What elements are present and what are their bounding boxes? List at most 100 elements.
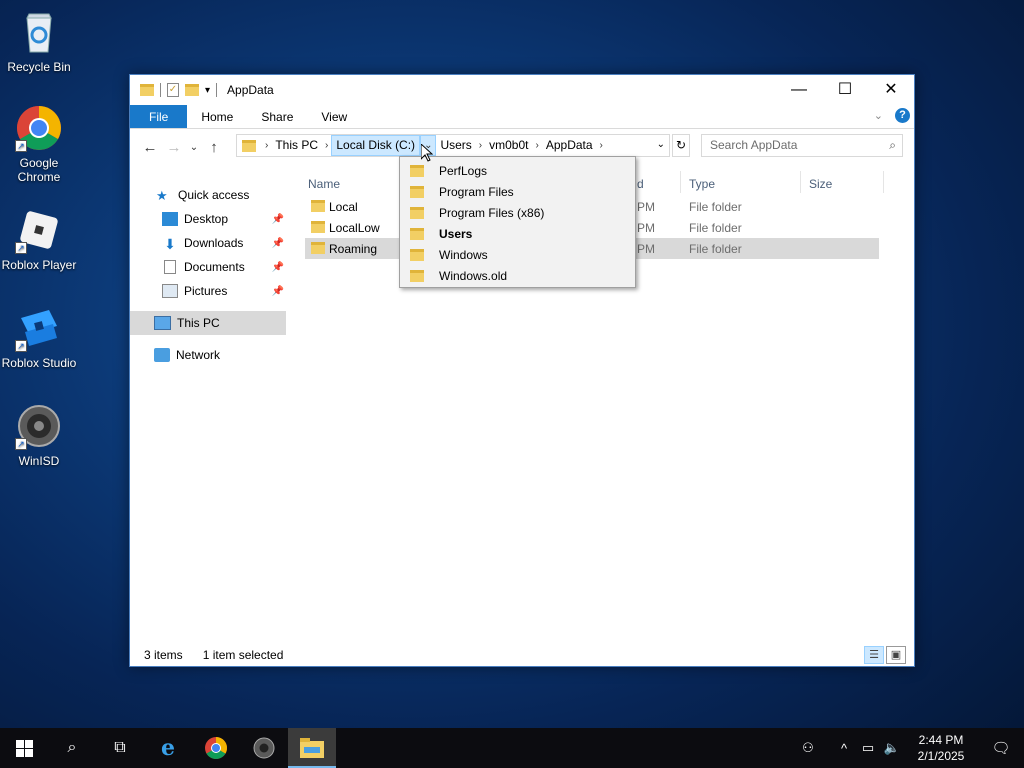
new-folder-icon[interactable] (185, 84, 199, 96)
customize-toolbar-icon[interactable]: ▾ (205, 85, 210, 96)
breadcrumb-separator[interactable]: › (322, 140, 331, 151)
column-divider[interactable] (883, 171, 884, 193)
dropdown-item-perflogs[interactable]: PerfLogs (400, 160, 635, 181)
breadcrumb-separator[interactable]: › (262, 140, 271, 151)
tab-view[interactable]: View (307, 105, 361, 128)
dropdown-label: Program Files (x86) (439, 205, 545, 220)
ribbon-tabs: File Home Share View ⌄ ? (130, 105, 914, 129)
show-hidden-icons-icon[interactable]: ^ (832, 741, 856, 756)
clock[interactable]: 2:44 PM 2/1/2025 (904, 732, 978, 764)
tab-file[interactable]: File (130, 105, 188, 128)
nav-item-quick-access[interactable]: ★ Quick access (130, 183, 290, 207)
column-header-type[interactable]: Type (689, 177, 715, 191)
tab-home[interactable]: Home (187, 105, 247, 128)
desktop-icon-recycle-bin[interactable]: Recycle Bin (0, 8, 78, 74)
pin-icon[interactable]: 📌 (272, 238, 284, 249)
task-view-button[interactable]: ⧉ (96, 728, 144, 768)
desktop-icon-label: WinISD (18, 454, 60, 468)
file-explorer-icon (300, 738, 324, 758)
expand-ribbon-icon[interactable]: ⌄ (874, 109, 883, 122)
clock-date: 2/1/2025 (917, 749, 965, 763)
desktop-icon (162, 212, 178, 226)
desktop-icon-label: Google Chrome (17, 156, 61, 184)
folder-icon (140, 84, 154, 96)
nav-item-downloads[interactable]: ⬇ Downloads 📌 (130, 231, 290, 255)
folder-icon (242, 139, 256, 152)
folder-icon (410, 164, 424, 177)
start-button[interactable] (0, 728, 48, 768)
desktop-icon-roblox-studio[interactable]: ↗ Roblox Studio (0, 304, 78, 370)
dropdown-item-program-files[interactable]: Program Files (400, 181, 635, 202)
taskbar-file-explorer[interactable] (288, 728, 336, 768)
forward-button[interactable]: → (162, 139, 186, 156)
dropdown-item-program-files-x86[interactable]: Program Files (x86) (400, 202, 635, 223)
nav-item-desktop[interactable]: Desktop 📌 (130, 207, 290, 231)
column-header-name[interactable]: Name (308, 177, 340, 191)
breadcrumb-this-pc[interactable]: This PC (271, 135, 322, 156)
tab-share[interactable]: Share (247, 105, 307, 128)
volume-muted-icon[interactable]: 🔈 (880, 740, 904, 756)
nav-item-network[interactable]: Network (130, 343, 290, 367)
dropdown-item-windows-old[interactable]: Windows.old (400, 265, 635, 286)
recent-locations-icon[interactable]: ⌄ (186, 142, 202, 153)
pin-icon[interactable]: 📌 (272, 214, 284, 225)
ribbon-right: ⌄ ? (874, 108, 910, 123)
maximize-button[interactable]: ☐ (822, 75, 868, 105)
people-icon[interactable]: ⚇ (796, 740, 820, 756)
search-button[interactable]: ⌕ (48, 728, 96, 768)
taskbar-internet-explorer[interactable]: e (144, 728, 192, 768)
status-item-count: 3 items (144, 648, 183, 662)
breadcrumb-appdata[interactable]: AppData (542, 135, 597, 156)
minimize-button[interactable]: — (776, 75, 822, 105)
up-button[interactable]: ↑ (202, 139, 226, 156)
nav-item-pictures[interactable]: Pictures 📌 (130, 279, 290, 303)
chrome-icon: ↗ (15, 104, 63, 152)
action-center-icon[interactable]: 🗨 (978, 739, 1024, 757)
column-divider[interactable] (800, 171, 801, 193)
breadcrumb-separator[interactable]: › (476, 140, 485, 151)
pin-icon[interactable]: 📌 (272, 286, 284, 297)
shortcut-arrow-icon: ↗ (15, 438, 27, 450)
close-button[interactable]: ✕ (868, 75, 914, 105)
breadcrumb-vm0b0t[interactable]: vm0b0t (485, 135, 532, 156)
properties-icon[interactable]: ✓ (167, 83, 179, 97)
desktop-icon-label: Roblox Studio (1, 356, 77, 370)
help-icon[interactable]: ? (895, 108, 910, 123)
divider (216, 83, 218, 97)
network-icon[interactable]: ▭ (856, 740, 880, 756)
column-divider[interactable] (680, 171, 681, 193)
file-date: PM (637, 200, 655, 214)
back-button[interactable]: ← (138, 139, 162, 156)
title-bar[interactable]: ✓ ▾ AppData — ☐ ✕ (130, 75, 914, 105)
breadcrumb-separator[interactable]: › (533, 140, 542, 151)
file-name: Local (329, 200, 358, 214)
taskbar-winisd[interactable] (240, 728, 288, 768)
desktop-icon-roblox-player[interactable]: ↗ Roblox Player (0, 206, 78, 272)
nav-item-documents[interactable]: Documents 📌 (130, 255, 290, 279)
folder-icon (410, 227, 424, 240)
status-selection: 1 item selected (202, 648, 284, 662)
chevron-down-icon[interactable]: ⌄ (657, 139, 665, 150)
view-buttons: ☰ ▣ (864, 646, 906, 664)
dropdown-label: Users (439, 226, 473, 241)
pin-icon[interactable]: 📌 (272, 262, 284, 273)
dropdown-item-users[interactable]: Users (400, 223, 635, 244)
status-bar: 3 items 1 item selected (144, 648, 283, 662)
details-view-icon[interactable]: ☰ (864, 646, 884, 664)
taskbar-chrome[interactable] (192, 728, 240, 768)
nav-item-this-pc[interactable]: This PC (130, 311, 286, 335)
folder-icon (410, 185, 424, 198)
breadcrumb-local-disk[interactable]: Local Disk (C:) (331, 135, 421, 156)
refresh-button[interactable]: ↻ (672, 134, 690, 157)
breadcrumb-separator[interactable]: › (597, 140, 606, 151)
column-header-date[interactable]: d (637, 177, 644, 191)
large-icons-view-icon[interactable]: ▣ (886, 646, 906, 664)
breadcrumb-users[interactable]: Users (436, 135, 475, 156)
address-bar[interactable]: › This PC › Local Disk (C:) ⌄ Users › vm… (236, 134, 670, 157)
search-input[interactable]: Search AppData ⌕ (701, 134, 903, 157)
document-icon (164, 260, 176, 274)
desktop-icon-google-chrome[interactable]: ↗ Google Chrome (0, 104, 78, 184)
column-header-size[interactable]: Size (809, 177, 832, 191)
desktop-icon-winisd[interactable]: ↗ WinISD (0, 402, 78, 468)
dropdown-item-windows[interactable]: Windows (400, 244, 635, 265)
